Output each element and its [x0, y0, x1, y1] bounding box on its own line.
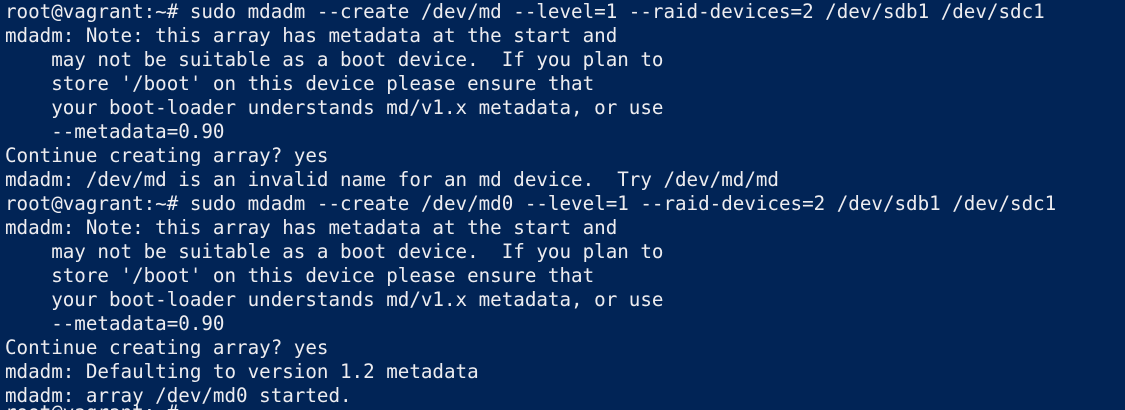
- output-line: store '/boot' on this device please ensu…: [5, 72, 595, 95]
- output-line: --metadata=0.90: [5, 312, 225, 335]
- command-prompt-line: root@vagrant:~#: [5, 401, 1125, 410]
- output-line: mdadm: Note: this array has metadata at …: [5, 24, 618, 47]
- command-prompt-line: root@vagrant:~# sudo mdadm --create /dev…: [5, 192, 1057, 215]
- output-line: your boot-loader understands md/v1.x met…: [5, 288, 664, 311]
- output-line: --metadata=0.90: [5, 120, 225, 143]
- output-line: store '/boot' on this device please ensu…: [5, 264, 595, 287]
- output-line: your boot-loader understands md/v1.x met…: [5, 96, 664, 119]
- output-line: mdadm: Note: this array has metadata at …: [5, 216, 618, 239]
- terminal-window[interactable]: root@vagrant:~# sudo mdadm --create /dev…: [0, 0, 1125, 410]
- output-line: may not be suitable as a boot device. If…: [5, 48, 664, 71]
- error-line: mdadm: /dev/md is an invalid name for an…: [5, 168, 779, 191]
- output-line: Continue creating array? yes: [5, 144, 329, 167]
- output-line: Continue creating array? yes: [5, 336, 329, 359]
- output-line: mdadm: Defaulting to version 1.2 metadat…: [5, 360, 479, 383]
- output-line: may not be suitable as a boot device. If…: [5, 240, 664, 263]
- command-prompt-line: root@vagrant:~# sudo mdadm --create /dev…: [5, 0, 1045, 23]
